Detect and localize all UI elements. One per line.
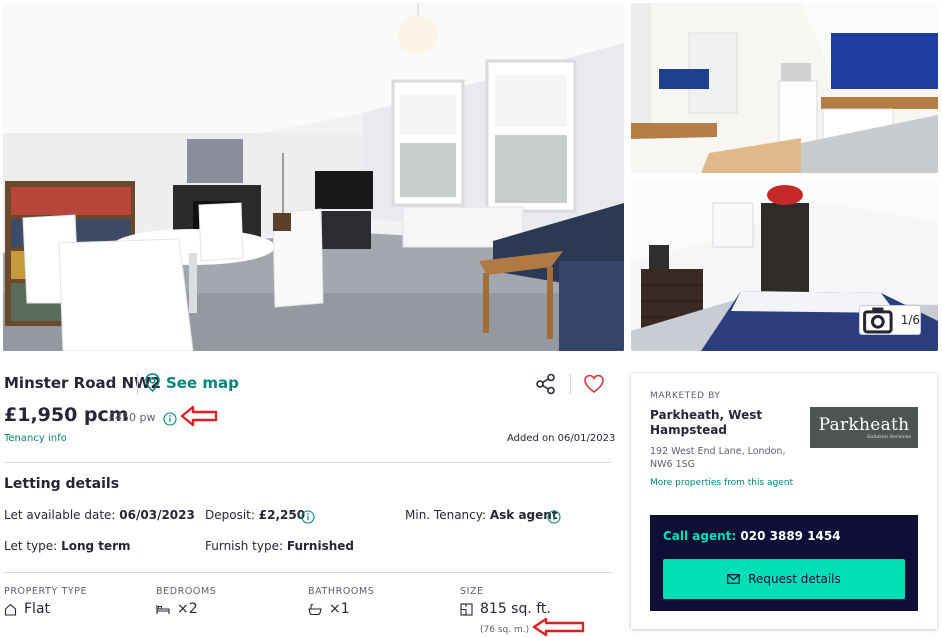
contact-panel: Call agent: 020 3889 1454 Request detail… — [650, 515, 918, 611]
let-available-date: Let available date: 06/03/2023 — [4, 508, 195, 522]
agent-address: 192 West End Lane, London, NW6 1SG — [650, 446, 786, 470]
agent-card: MARKETED BY Parkheath, West Hampstead 19… — [631, 373, 937, 629]
annotation-arrow-icon — [532, 617, 586, 637]
let-type: Let type: Long term — [4, 539, 131, 553]
stat-label: BEDROOMS — [156, 586, 217, 597]
let-available-value: 06/03/2023 — [119, 508, 195, 522]
furnish-type: Furnish type: Furnished — [205, 539, 354, 553]
let-available-label: Let available date: — [4, 508, 116, 522]
letting-details-title: Letting details — [4, 476, 120, 492]
share-button[interactable] — [535, 373, 557, 395]
let-type-value: Long term — [61, 539, 131, 553]
size-square-metres: (76 sq. m.) — [480, 625, 530, 635]
bath-icon — [308, 603, 322, 615]
stat-value-row: ×2 — [156, 601, 216, 617]
bed-icon — [156, 605, 170, 614]
stat-value-row: Flat — [4, 601, 87, 617]
stat-label: SIZE — [460, 586, 484, 597]
added-on-date: Added on 06/01/2023 — [507, 433, 616, 444]
stat-value: ×1 — [329, 601, 350, 617]
stat-bathrooms: BATHROOMS ×1 — [308, 586, 374, 617]
camera-icon — [863, 307, 893, 334]
stat-value: Flat — [24, 601, 51, 617]
deposit-value: £2,250 — [258, 508, 306, 522]
more-properties-link[interactable]: More properties from this agent — [650, 478, 793, 488]
request-details-button[interactable]: Request details — [663, 559, 905, 599]
photo-counter-button[interactable]: 1/6 — [859, 305, 921, 335]
share-icon — [536, 373, 555, 395]
stat-value: ×2 — [177, 601, 198, 617]
address-divider — [137, 373, 138, 395]
agent-phone-number: 020 3889 1454 — [740, 529, 841, 543]
stat-bedrooms: BEDROOMS ×2 — [156, 586, 216, 617]
house-icon — [4, 603, 17, 616]
save-favourite-button[interactable] — [583, 373, 605, 395]
envelope-icon — [727, 574, 741, 584]
deposit-info-icon[interactable] — [301, 509, 315, 524]
actions-divider — [570, 374, 571, 394]
price-weekly: £450 pw — [108, 411, 156, 424]
furnish-type-value: Furnished — [286, 539, 355, 553]
annotation-arrow-icon — [180, 405, 218, 427]
living-room-photo — [3, 3, 624, 351]
kitchen-photo-image — [631, 3, 938, 173]
min-tenancy-label: Min. Tenancy: — [405, 508, 487, 522]
stat-value-row: ×1 — [308, 601, 374, 617]
stat-size: SIZE 815 sq. ft. — [460, 586, 551, 617]
deposit: Deposit: £2,250 — [205, 508, 305, 522]
price-info-icon[interactable] — [163, 411, 177, 426]
stat-label: PROPERTY TYPE — [4, 586, 88, 597]
photo-counter-text: 1/6 — [900, 313, 920, 327]
divider — [3, 462, 612, 463]
call-agent-label: Call agent: — [663, 529, 737, 543]
kitchen-photo[interactable] — [631, 3, 938, 173]
stat-value: 815 sq. ft. — [480, 601, 551, 617]
floorplan-icon — [460, 602, 473, 616]
agent-logo[interactable]: Parkheath Solution Services — [810, 407, 918, 448]
stat-value-row: 815 sq. ft. — [460, 601, 551, 617]
call-agent-link[interactable]: Call agent: 020 3889 1454 — [663, 529, 841, 543]
marketed-by-label: MARKETED BY — [650, 391, 721, 401]
let-type-label: Let type: — [4, 539, 58, 553]
request-details-label: Request details — [748, 572, 841, 586]
agent-logo-subtext: Solution Services — [866, 433, 912, 440]
heart-icon — [584, 374, 604, 393]
see-map-label: See map — [166, 373, 239, 392]
stat-label: BATHROOMS — [308, 586, 375, 597]
furnish-type-label: Furnish type: — [205, 539, 284, 553]
tenancy-info-link[interactable]: Tenancy info — [4, 433, 67, 444]
agent-logo-text: Parkheath — [818, 414, 910, 435]
stat-property-type: PROPERTY TYPE Flat — [4, 586, 87, 617]
map-pin-icon — [145, 373, 160, 392]
bedroom-photo[interactable]: 1/6 — [631, 181, 938, 351]
see-map-link[interactable]: See map — [145, 373, 239, 392]
main-photo[interactable] — [3, 3, 624, 351]
min-tenancy-info-icon[interactable] — [547, 509, 561, 524]
min-tenancy: Min. Tenancy: Ask agent — [405, 508, 558, 522]
divider — [3, 572, 612, 573]
agent-name-link[interactable]: Parkheath, West Hampstead — [650, 408, 790, 438]
deposit-label: Deposit: — [205, 508, 255, 522]
